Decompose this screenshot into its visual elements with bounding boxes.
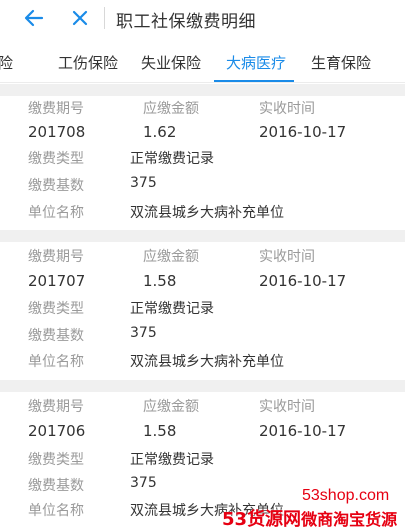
period-value: 201708 <box>28 123 86 141</box>
watermark-url: 53shop.com <box>302 487 390 504</box>
record-separator <box>0 380 405 392</box>
tab-unemployment[interactable]: 失业保险 <box>141 52 201 73</box>
amount-value: 1.58 <box>143 272 177 290</box>
period-value: 201707 <box>28 272 86 290</box>
watermark-brand: 53货源网微商淘宝货源 <box>222 505 397 531</box>
payment-type-value: 正常缴费记录 <box>130 151 214 167</box>
payment-type-label: 缴费类型 <box>28 301 84 317</box>
payment-base-value: 375 <box>130 475 157 491</box>
unit-name-label: 单位名称 <box>28 205 84 221</box>
col-header-period: 缴费期号 <box>28 101 84 117</box>
section-gap <box>0 84 405 96</box>
tab-critical-illness[interactable]: 大病医疗 <box>226 52 286 73</box>
watermark-slogan: 微商淘宝货源 <box>301 510 398 529</box>
payment-base-label: 缴费基数 <box>28 328 84 344</box>
record-separator <box>0 230 405 242</box>
payment-base-label: 缴费基数 <box>28 178 84 194</box>
page-title: 职工社保缴费明细 <box>116 12 256 32</box>
payment-record-card: 缴费期号 应缴金额 实收时间 201708 1.62 2016-10-17 缴费… <box>0 96 405 230</box>
tab-partial[interactable]: 险 <box>0 52 13 73</box>
col-header-received-time: 实收时间 <box>259 249 315 265</box>
back-button[interactable] <box>20 4 48 32</box>
col-header-amount: 应缴金额 <box>143 399 199 415</box>
unit-name-label: 单位名称 <box>28 503 84 519</box>
payment-type-label: 缴费类型 <box>28 452 84 468</box>
received-time-value: 2016-10-17 <box>259 272 347 290</box>
back-arrow-icon <box>24 9 44 27</box>
payment-record-card: 缴费期号 应缴金额 实收时间 201707 1.58 2016-10-17 缴费… <box>0 242 405 380</box>
payment-type-label: 缴费类型 <box>28 151 84 167</box>
close-icon <box>72 10 88 26</box>
unit-name-value: 双流县城乡大病补充单位 <box>130 205 284 221</box>
payment-type-value: 正常缴费记录 <box>130 301 214 317</box>
received-time-value: 2016-10-17 <box>259 123 347 141</box>
header-divider <box>104 7 105 29</box>
payment-base-value: 375 <box>130 325 157 341</box>
col-header-received-time: 实收时间 <box>259 399 315 415</box>
payment-type-value: 正常缴费记录 <box>130 452 214 468</box>
col-header-amount: 应缴金额 <box>143 101 199 117</box>
tab-maternity[interactable]: 生育保险 <box>311 52 371 73</box>
col-header-period: 缴费期号 <box>28 249 84 265</box>
payment-base-label: 缴费基数 <box>28 478 84 494</box>
period-value: 201706 <box>28 422 86 440</box>
col-header-period: 缴费期号 <box>28 399 84 415</box>
tab-work-injury[interactable]: 工伤保险 <box>58 52 118 73</box>
watermark-site-name: 货源网 <box>247 509 302 530</box>
close-button[interactable] <box>66 4 94 32</box>
top-bar: 职工社保缴费明细 <box>0 0 405 36</box>
payment-base-value: 375 <box>130 175 157 191</box>
insurance-tab-bar: 险 工伤保险 失业保险 大病医疗 生育保险 <box>0 43 405 83</box>
unit-name-label: 单位名称 <box>28 354 84 370</box>
received-time-value: 2016-10-17 <box>259 422 347 440</box>
amount-value: 1.62 <box>143 123 177 141</box>
col-header-amount: 应缴金额 <box>143 249 199 265</box>
unit-name-value: 双流县城乡大病补充单位 <box>130 354 284 370</box>
active-tab-indicator <box>214 80 294 82</box>
amount-value: 1.58 <box>143 422 177 440</box>
col-header-received-time: 实收时间 <box>259 101 315 117</box>
watermark-number: 53 <box>222 509 248 530</box>
